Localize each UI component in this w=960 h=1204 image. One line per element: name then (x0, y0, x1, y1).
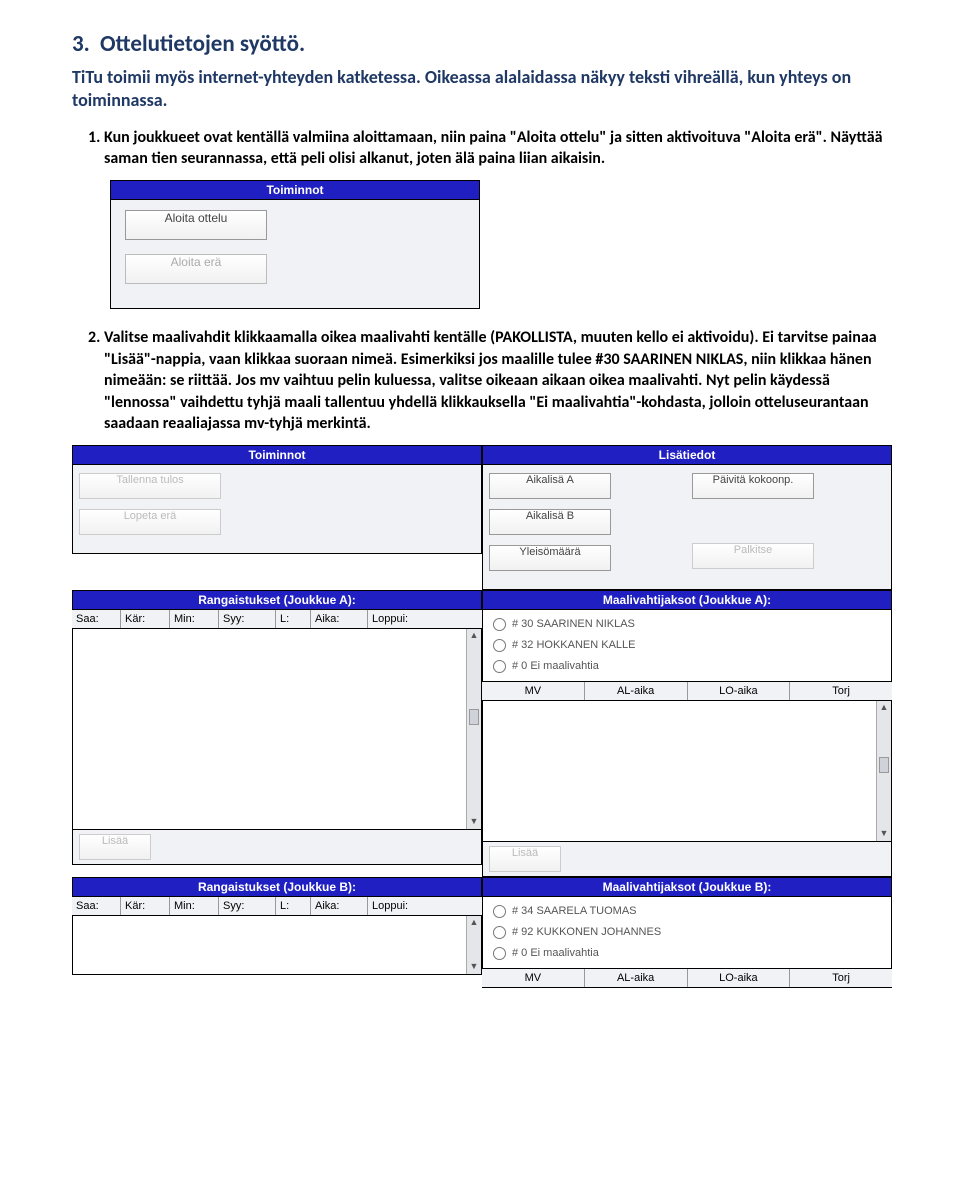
penalty-list-a[interactable]: ▲ ▼ (72, 629, 482, 830)
penalty-header-a: Saa: Kär: Min: Syy: L: Aika: Loppui: (72, 609, 482, 629)
scroll-thumb[interactable] (879, 757, 889, 773)
radio-icon (493, 639, 506, 652)
mv-list-a[interactable]: ▲ ▼ (482, 701, 892, 842)
screenshot-main: Toiminnot Tallenna tulos Lopeta erä Lisä… (72, 445, 890, 988)
lisaa-penalty-a-button[interactable]: Lisää (79, 834, 151, 860)
gk-a-option-1[interactable]: # 30 SAARINEN NIKLAS (483, 614, 891, 635)
penalty-header-b: Saa: Kär: Min: Syy: L: Aika: Loppui: (72, 896, 482, 916)
aikalisa-b-button[interactable]: Aikalisä B (489, 509, 611, 535)
gk-b-option-2[interactable]: # 92 KUKKONEN JOHANNES (483, 922, 891, 943)
palkitse-button[interactable]: Palkitse (692, 543, 814, 569)
radio-icon (493, 660, 506, 673)
scroll-down-icon[interactable]: ▼ (470, 815, 479, 829)
aloita-era-button[interactable]: Aloita erä (125, 254, 267, 284)
toiminnot-title: Toiminnot (72, 445, 482, 464)
tallenna-tulos-button[interactable]: Tallenna tulos (79, 473, 221, 499)
radio-icon (493, 926, 506, 939)
aloita-ottelu-button[interactable]: Aloita ottelu (125, 210, 267, 240)
scroll-up-icon[interactable]: ▲ (880, 701, 889, 715)
scroll-up-icon[interactable]: ▲ (470, 916, 479, 930)
heading-number: 3. (72, 30, 100, 58)
scrollbar[interactable]: ▲ ▼ (466, 916, 481, 974)
penalty-list-b[interactable]: ▲ ▼ (72, 916, 482, 975)
yleisomaara-button[interactable]: Yleisömäärä (489, 545, 611, 571)
gk-b-option-3[interactable]: # 0 Ei maalivahtia (483, 943, 891, 964)
intro-paragraph: TiTu toimii myös internet-yhteyden katke… (72, 66, 890, 113)
gk-a-option-3[interactable]: # 0 Ei maalivahtia (483, 656, 891, 677)
panel-title: Toiminnot (110, 180, 480, 199)
maalivahtijaksot-b-title: Maalivahtijaksot (Joukkue B): (482, 877, 892, 896)
maalivahtijaksot-a-title: Maalivahtijaksot (Joukkue A): (482, 590, 892, 609)
step-1: Kun joukkueet ovat kentällä valmiina alo… (104, 127, 890, 170)
screenshot-toiminnot-small: Toiminnot Aloita ottelu Aloita erä (110, 180, 480, 309)
paivita-kokoonpano-button[interactable]: Päivitä kokoonp. (692, 473, 814, 499)
section-heading: 3.Ottelutietojen syöttö. (72, 30, 890, 58)
lopeta-era-button[interactable]: Lopeta erä (79, 509, 221, 535)
gk-b-option-1[interactable]: # 34 SAARELA TUOMAS (483, 901, 891, 922)
heading-text: Ottelutietojen syöttö. (100, 30, 305, 58)
mv-header-a: MV AL-aika LO-aika Torj (482, 681, 892, 701)
lisatiedot-title: Lisätiedot (482, 445, 892, 464)
radio-icon (493, 618, 506, 631)
scroll-up-icon[interactable]: ▲ (470, 629, 479, 643)
scroll-down-icon[interactable]: ▼ (470, 960, 479, 974)
gk-a-option-2[interactable]: # 32 HOKKANEN KALLE (483, 635, 891, 656)
scrollbar[interactable]: ▲ ▼ (876, 701, 891, 841)
radio-icon (493, 905, 506, 918)
mv-header-b: MV AL-aika LO-aika Torj (482, 968, 892, 988)
radio-icon (493, 947, 506, 960)
aikalisa-a-button[interactable]: Aikalisä A (489, 473, 611, 499)
rangaistukset-b-title: Rangaistukset (Joukkue B): (72, 877, 482, 896)
scroll-down-icon[interactable]: ▼ (880, 827, 889, 841)
scroll-thumb[interactable] (469, 709, 479, 725)
step-2: Valitse maalivahdit klikkaamalla oikea m… (104, 327, 890, 435)
scrollbar[interactable]: ▲ ▼ (466, 629, 481, 829)
rangaistukset-a-title: Rangaistukset (Joukkue A): (72, 590, 482, 609)
lisaa-mv-a-button[interactable]: Lisää (489, 846, 561, 872)
